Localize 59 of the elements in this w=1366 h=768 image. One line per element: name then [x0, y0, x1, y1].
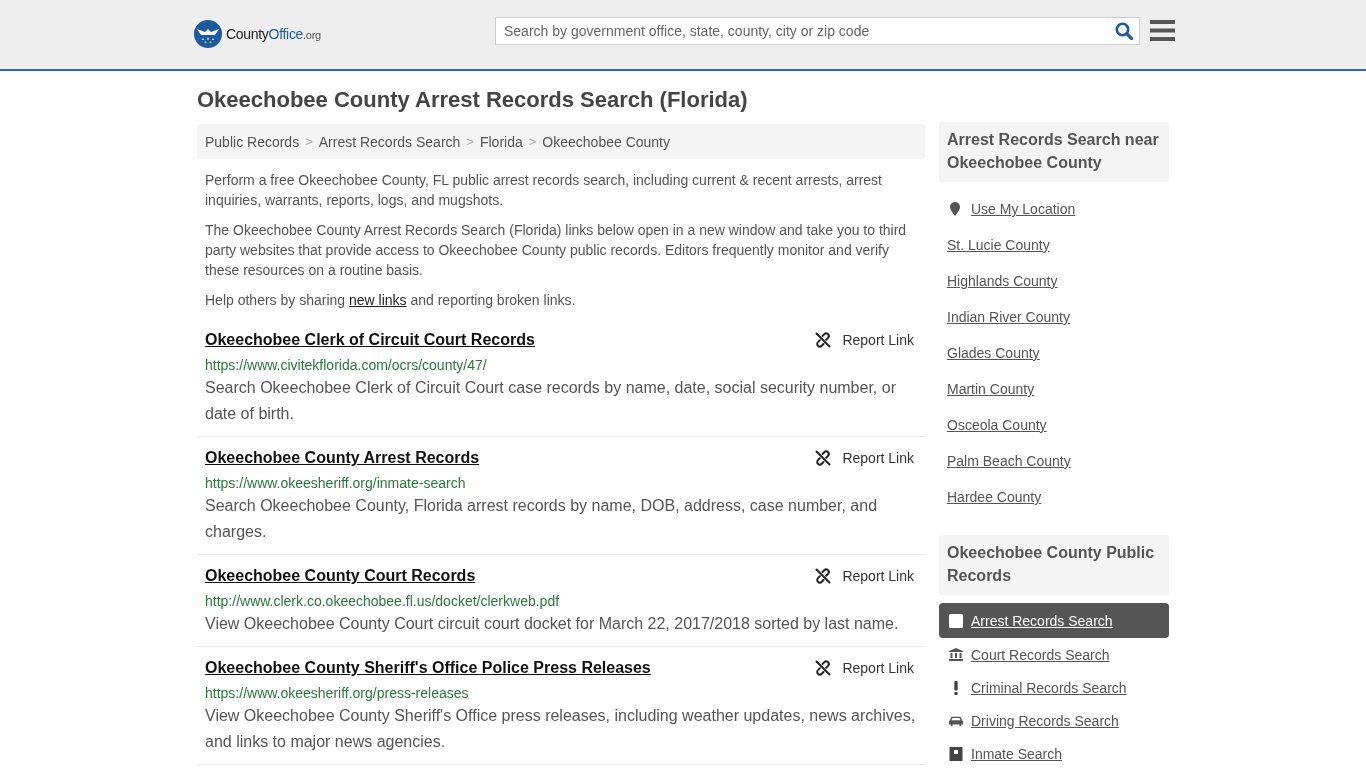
breadcrumb-link[interactable]: Public Records: [205, 133, 300, 150]
search-icon[interactable]: [1115, 22, 1133, 40]
breadcrumb-link[interactable]: Okeechobee County: [542, 133, 670, 150]
nearby-county-link[interactable]: Hardee County: [939, 489, 1042, 505]
intro-paragraph: The Okeechobee County Arrest Records Search (Florida) links below open in a new window and take you to third party websites that provide access to Okeechobee County public records. Editors frequently monitor and verify these resources on a routine basis.: [204, 221, 908, 280]
listing-url: http://www.clerk.co.okeechobee.fl.us/docket/clerkweb.pdf: [205, 592, 561, 611]
exclamation-icon: [954, 680, 958, 695]
nearby-county-link[interactable]: St. Lucie County: [939, 237, 1050, 253]
share-note: Help others by sharing new links and reporting broken links.: [204, 291, 577, 310]
car-icon: [949, 714, 963, 727]
broken-link-icon: [815, 568, 832, 584]
records-category-link[interactable]: Driving Records Search: [939, 710, 1169, 731]
report-link-button[interactable]: Report Link: [815, 330, 914, 350]
menu-icon[interactable]: [1150, 20, 1175, 41]
listing-title-link[interactable]: Okeechobee County Arrest Records: [205, 447, 480, 469]
listing-url: https://www.civitekflorida.com/ocrs/county/47/: [205, 356, 488, 375]
listing-description: Search Okeechobee Clerk of Circuit Court case records by name, date, social security number, or date of birth.: [205, 378, 897, 424]
report-link-button[interactable]: Report Link: [815, 658, 914, 678]
nearby-county-link[interactable]: Martin County: [939, 381, 1035, 397]
breadcrumb-separator: >: [466, 134, 474, 149]
records-category-link[interactable]: Court Records Search: [939, 644, 1169, 665]
listing-url: https://www.okeesheriff.org/inmate-search: [205, 474, 467, 493]
nearby-county-link[interactable]: Highlands County: [939, 273, 1058, 289]
search-field[interactable]: Search by government office, state, county, city or zip code: [495, 17, 1140, 45]
nearby-county-link[interactable]: Osceola County: [939, 417, 1047, 433]
broken-link-icon: [815, 332, 832, 348]
listing-title-link[interactable]: Okeechobee Clerk of Circuit Court Records: [205, 329, 535, 351]
listing-description: View Okeechobee County Court circuit court docket for March 22, 2017/2018 sorted by last name.: [205, 614, 900, 634]
broken-link-icon: [815, 660, 832, 676]
breadcrumb-link[interactable]: Arrest Records Search: [318, 133, 461, 150]
nearby-county-link[interactable]: Palm Beach County: [939, 453, 1071, 469]
new-links-link[interactable]: new links: [348, 292, 407, 308]
sidebar-heading: Okeechobee County Public Records: [939, 535, 1169, 595]
listing-title-link[interactable]: Okeechobee County Court Records: [205, 565, 476, 587]
nearby-county-link[interactable]: Indian River County: [939, 309, 1070, 325]
columned-building-icon: [949, 648, 963, 661]
nearby-county-link[interactable]: Glades County: [939, 345, 1040, 361]
map-pin-icon: [950, 202, 960, 216]
breadcrumb-separator: >: [305, 134, 313, 149]
records-category-link[interactable]: Criminal Records Search: [939, 677, 1169, 698]
use-location-link[interactable]: Use My Location: [939, 201, 1076, 217]
records-category-link[interactable]: Inmate Search: [939, 743, 1169, 764]
listing-url: https://www.okeesheriff.org/press-releases: [205, 684, 470, 703]
records-category-link[interactable]: Arrest Records Search: [939, 603, 1169, 638]
listing-title-link[interactable]: Okeechobee County Sheriff's Office Police Press Releases: [205, 657, 651, 679]
logo-text: CountyOffice.org: [226, 26, 321, 42]
intro-paragraph: Perform a free Okeechobee County, FL public arrest records search, including current & recent arrests, arrest inquiries, warrants, reports, logs, and mugshots.: [204, 171, 883, 210]
report-link-button[interactable]: Report Link: [815, 566, 914, 586]
broken-link-icon: [815, 450, 832, 466]
breadcrumb-separator: >: [528, 134, 537, 149]
sidebar-heading: Arrest Records Search near Okeechobee County: [939, 122, 1169, 182]
listing-description: View Okeechobee County Sheriff's Office press releases, including weather updates, news archives, and links to major news agencies.: [205, 706, 917, 752]
page-title: Okeechobee County Arrest Records Search (Florida): [197, 86, 749, 114]
logo-link[interactable]: CountyOffice.org: [194, 20, 321, 49]
report-link-button[interactable]: Report Link: [815, 448, 914, 468]
breadcrumb-link[interactable]: Florida: [479, 133, 523, 150]
emblem-icon: [194, 20, 222, 48]
listing-description: Search Okeechobee County, Florida arrest records by name, DOB, address, case number, and charges.: [205, 496, 879, 542]
square-icon: [949, 613, 963, 628]
